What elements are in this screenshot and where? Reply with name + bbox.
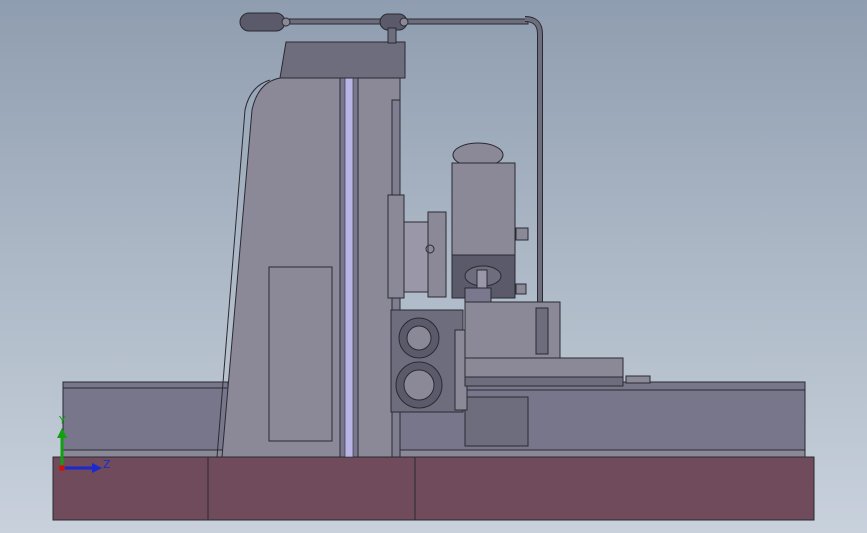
base-plate	[52, 456, 815, 521]
spindle-head	[451, 142, 529, 303]
grinding-machine-model[interactable]	[0, 0, 867, 533]
machine-column	[216, 77, 401, 458]
column-top-cap	[279, 41, 406, 79]
work-table	[464, 301, 624, 387]
y-axis-label: Y	[59, 414, 66, 427]
z-axis-label: Z	[103, 458, 111, 471]
vertical-slide	[387, 194, 447, 299]
cad-viewport[interactable]: Y Z	[0, 0, 867, 533]
gear-box	[390, 309, 468, 413]
